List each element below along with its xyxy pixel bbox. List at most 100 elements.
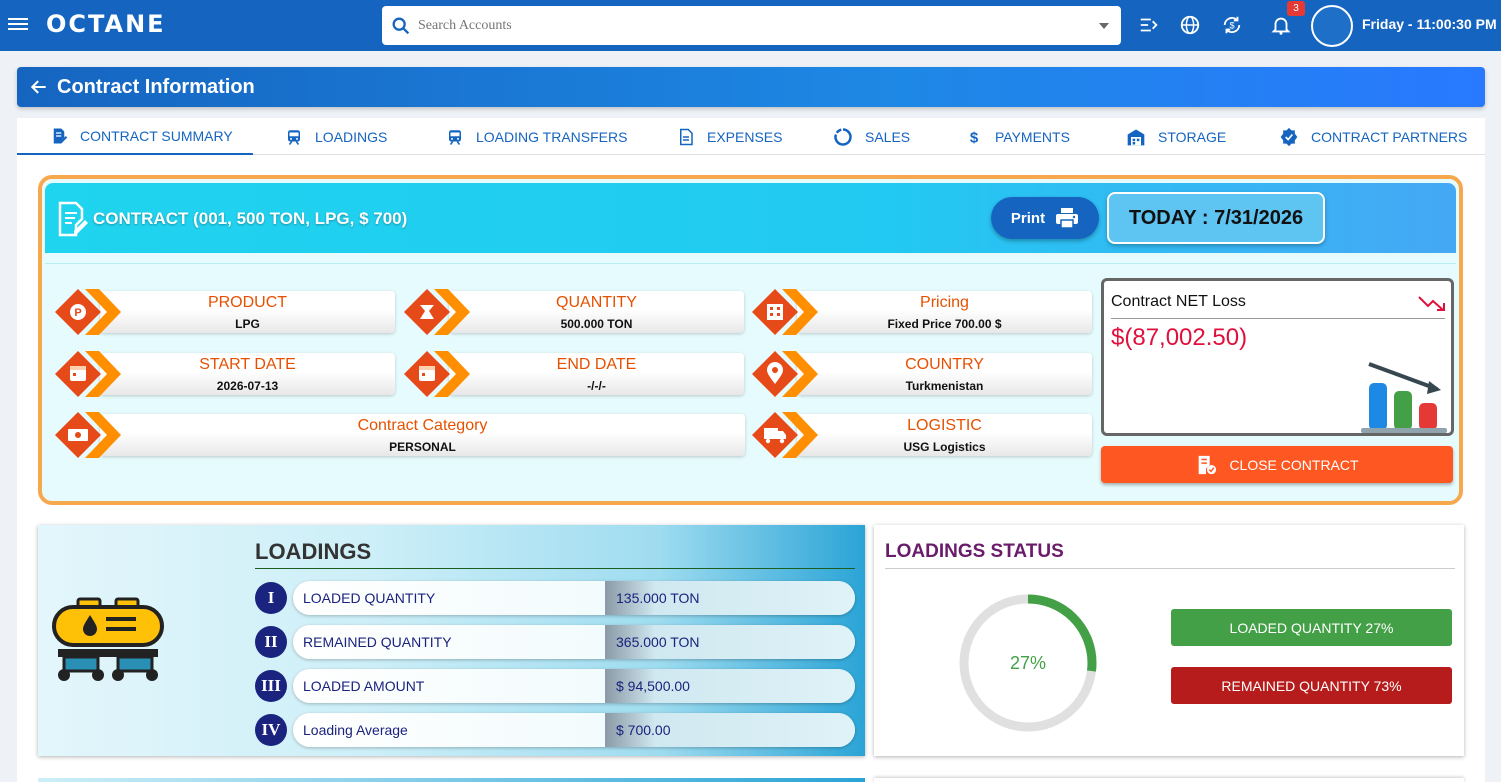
dollar-icon: $ (970, 129, 979, 146)
tab-contract-summary[interactable]: CONTRACT SUMMARY (17, 118, 253, 155)
field-value: 500.000 TON (560, 317, 633, 331)
app-logo[interactable]: OCTANE (46, 10, 166, 38)
globe-icon[interactable] (1179, 14, 1201, 36)
loaded-quantity-legend[interactable]: LOADED QUANTITY 27% (1171, 609, 1452, 646)
net-loss-title: Contract NET Loss (1111, 293, 1246, 310)
search-input[interactable] (418, 17, 1088, 34)
field-label: COUNTRY (905, 356, 984, 373)
field-value: 2026-07-13 (216, 379, 279, 393)
chevron-down-icon[interactable] (1099, 23, 1109, 29)
notification-badge: 3 (1287, 1, 1305, 16)
clock: Friday - 11:00:30 PM (1362, 16, 1497, 32)
row-label: Loading Average (303, 722, 408, 738)
tab-bar: CONTRACT SUMMARY LOADINGS LOADING TRANSF… (17, 118, 1485, 155)
tab-loading-transfers[interactable]: LOADING TRANSFERS (446, 118, 627, 155)
row-number: II (255, 626, 287, 658)
warehouse-icon (1127, 129, 1145, 145)
bell-icon[interactable] (1270, 14, 1292, 36)
row-number: III (255, 670, 287, 702)
contract-header: CONTRACT (001, 500 TON, LPG, $ 700) Prin… (45, 183, 1456, 253)
loadings-panel: LOADINGS I LOADED QUANTITY 135.000 TON I… (38, 525, 865, 756)
next-panel-edge (38, 778, 865, 782)
field-value: -/-/- (587, 379, 606, 393)
status-percent: 27% (1009, 653, 1047, 673)
print-button[interactable]: Print (991, 197, 1099, 239)
row-number: IV (255, 714, 287, 746)
field-country: COUNTRY Turkmenistan (752, 351, 1092, 397)
menu-icon[interactable] (8, 15, 28, 35)
loadings-row: II REMAINED QUANTITY 365.000 TON (255, 625, 855, 659)
divider (885, 568, 1455, 569)
printer-icon (1056, 208, 1079, 229)
circle-progress-icon (834, 127, 852, 146)
field-logistic: LOGISTIC USG Logistics (752, 412, 1092, 458)
field-start-date: START DATE 2026-07-13 (55, 351, 395, 397)
row-label: LOADED QUANTITY (303, 590, 436, 606)
tab-label: CONTRACT SUMMARY (80, 127, 233, 144)
loadings-row: IV Loading Average $ 700.00 (255, 713, 855, 747)
tab-contract-partners[interactable]: CONTRACT PARTNERS (1279, 118, 1467, 155)
loadings-title: LOADINGS (255, 539, 372, 564)
field-contract-category: Contract Category PERSONAL (55, 412, 745, 458)
field-label: END DATE (556, 356, 637, 373)
edit-document-icon (53, 128, 68, 143)
search-box[interactable] (382, 6, 1121, 45)
back-arrow-icon[interactable] (29, 77, 49, 97)
field-value: USG Logistics (903, 440, 986, 454)
net-loss-value: $(87,002.50) (1111, 324, 1248, 351)
field-value: Turkmenistan (905, 379, 984, 393)
close-contract-label: CLOSE CONTRACT (1229, 456, 1359, 473)
loadings-status-panel: LOADINGS STATUS 27% LOADED QUANTITY 27% … (874, 525, 1464, 756)
tab-label: EXPENSES (707, 128, 783, 145)
loadings-row: I LOADED QUANTITY 135.000 TON (255, 581, 855, 615)
building-icon (752, 289, 818, 335)
tab-label: STORAGE (1158, 128, 1227, 145)
field-label: QUANTITY (556, 294, 637, 311)
tab-label: SALES (865, 128, 911, 145)
page-title: Contract Information (57, 76, 255, 98)
search-icon (392, 17, 410, 34)
menu-collapse-icon[interactable] (1138, 14, 1160, 36)
tab-payments[interactable]: $ PAYMENTS (965, 118, 1070, 155)
svg-text:P: P (74, 307, 81, 319)
product-icon: P (55, 289, 121, 335)
document-check-icon (1199, 455, 1217, 474)
page-title-bar: Contract Information (17, 67, 1485, 107)
location-pin-icon (752, 351, 818, 397)
net-loss-card: Contract NET Loss $(87,002.50) (1101, 278, 1454, 436)
trending-down-icon (1418, 296, 1445, 311)
contract-panel: CONTRACT (001, 500 TON, LPG, $ 700) Prin… (38, 175, 1463, 505)
svg-text:$: $ (1229, 21, 1234, 31)
currency-sync-icon[interactable]: $ (1221, 14, 1243, 36)
tanker-wagon-icon (52, 597, 164, 681)
contract-heading: CONTRACT (001, 500 TON, LPG, $ 700) (93, 209, 408, 228)
today-date: TODAY : 7/31/2026 (1107, 192, 1325, 244)
money-icon (55, 412, 121, 458)
remained-quantity-legend[interactable]: REMAINED QUANTITY 73% (1171, 667, 1452, 704)
field-label: LOGISTIC (907, 417, 982, 434)
loadings-row: III LOADED AMOUNT $ 94,500.00 (255, 669, 855, 703)
tab-storage[interactable]: STORAGE (1126, 118, 1226, 155)
divider (255, 568, 855, 569)
declining-chart-icon (1361, 362, 1447, 433)
top-bar: OCTANE $ 3 Friday - 11:00:30 PM (0, 0, 1501, 51)
calendar-icon (404, 351, 470, 397)
scale-icon (404, 289, 470, 335)
divider (1111, 318, 1445, 319)
tab-sales[interactable]: SALES (833, 118, 910, 155)
field-label: START DATE (199, 356, 296, 373)
row-value: 365.000 TON (616, 634, 700, 650)
row-value: 135.000 TON (616, 590, 700, 606)
row-number: I (255, 582, 287, 614)
field-value: PERSONAL (389, 440, 456, 454)
avatar[interactable] (1311, 5, 1353, 47)
svg-text:$: $ (970, 129, 979, 146)
field-label: Contract Category (357, 417, 488, 434)
tab-expenses[interactable]: EXPENSES (677, 118, 782, 155)
tab-loadings[interactable]: LOADINGS (285, 118, 387, 155)
field-pricing: Pricing Fixed Price 700.00 $ (752, 289, 1092, 335)
row-value: $ 700.00 (616, 722, 671, 738)
close-contract-button[interactable]: CLOSE CONTRACT (1101, 446, 1453, 483)
row-label: LOADED AMOUNT (303, 678, 425, 694)
train-icon (288, 129, 300, 145)
